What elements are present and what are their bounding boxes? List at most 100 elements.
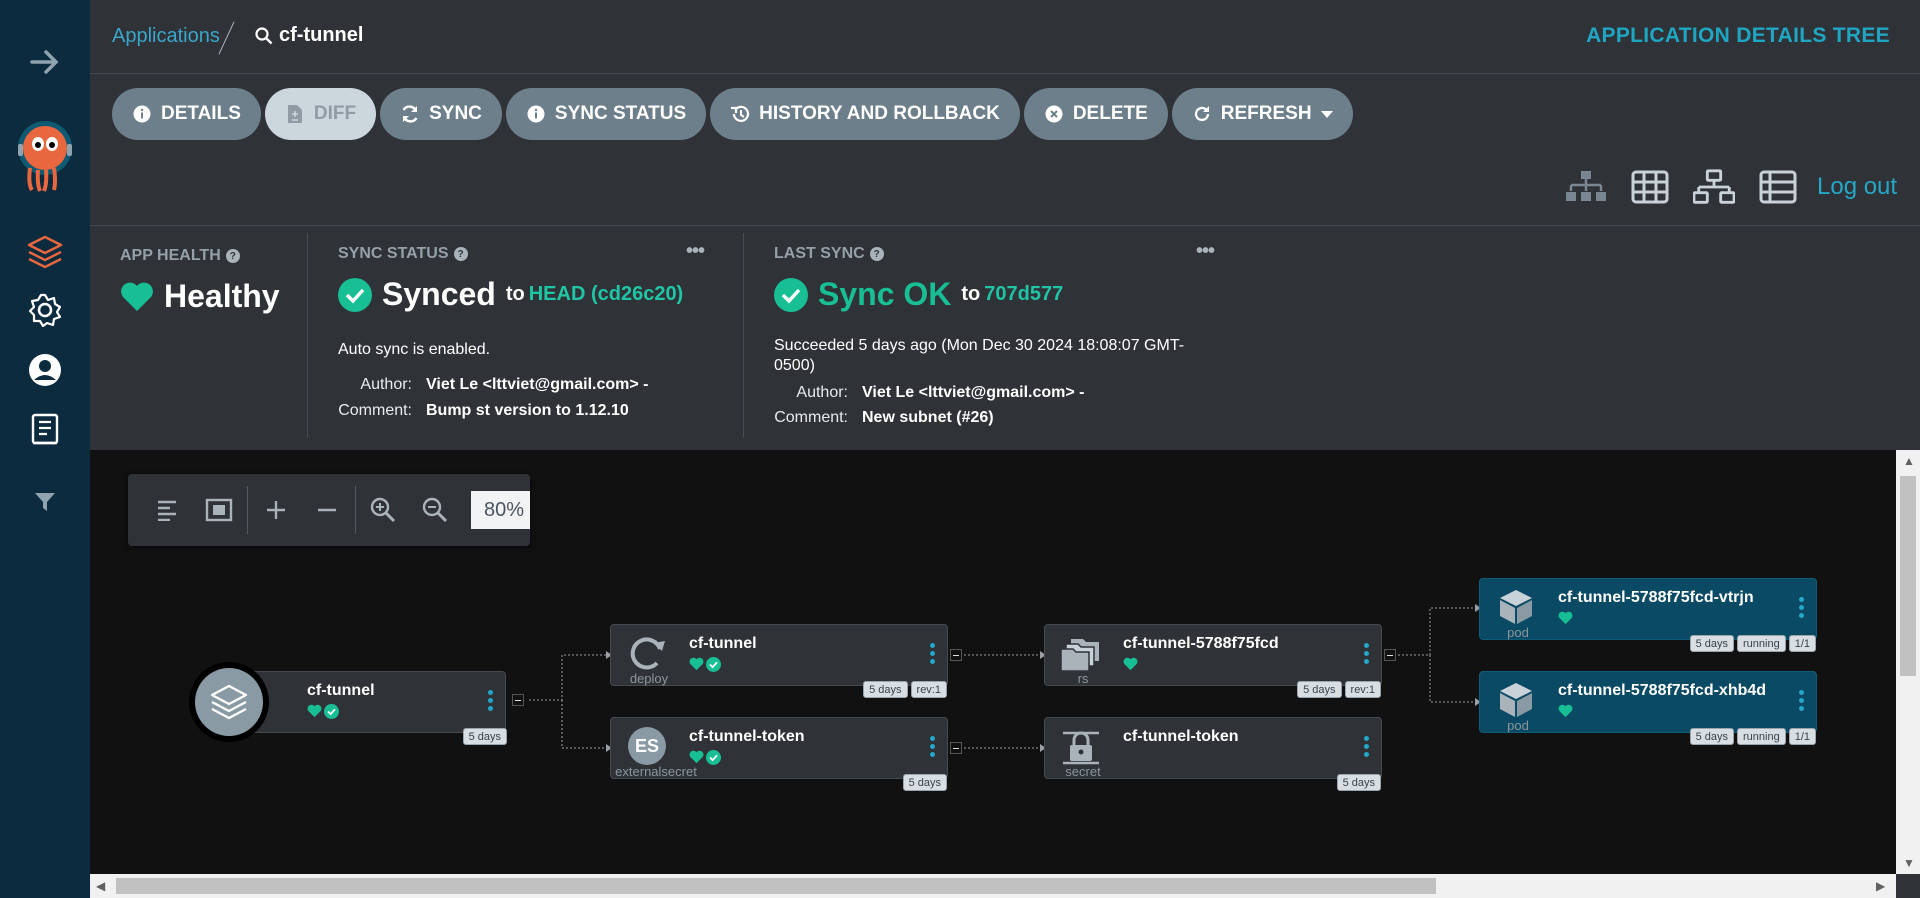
panel-separator <box>307 233 308 438</box>
pod-node[interactable]: pod cf-tunnel-5788f75fcd-vtrjn 5 days ru… <box>1479 578 1817 652</box>
scroll-down-arrow-icon[interactable]: ▼ <box>1903 856 1915 870</box>
node-kind: externalsecret <box>615 764 697 779</box>
sync-author-label: Author: <box>360 376 412 393</box>
node-menu-icon[interactable] <box>1364 736 1369 757</box>
collapse-connector[interactable] <box>512 694 524 706</box>
node-kind: rs <box>1077 671 1089 686</box>
sync-comment-label: Comment: <box>338 402 412 419</box>
vertical-scroll-thumb[interactable] <box>1900 476 1916 676</box>
settings-gear-icon[interactable] <box>25 290 65 330</box>
horizontal-scroll-thumb[interactable] <box>116 878 1436 894</box>
sync-comment-row: Comment: Bump st version to 1.12.10 <box>330 402 629 420</box>
pod-node[interactable]: pod cf-tunnel-5788f75fcd-xhb4d 5 days ru… <box>1479 671 1817 745</box>
collapse-connector[interactable] <box>950 742 962 754</box>
view-switcher: Log out <box>1565 168 1897 206</box>
expand-arrow-icon[interactable] <box>25 42 65 82</box>
details-button[interactable]: DETAILS <box>112 88 261 140</box>
sync-button[interactable]: SYNC <box>380 88 502 140</box>
horizontal-scrollbar[interactable]: ◀ ▶ <box>90 874 1896 898</box>
age-tag: 5 days <box>1297 681 1342 698</box>
healthy-heart-icon <box>307 704 322 718</box>
tree-view-icon[interactable] <box>1565 168 1607 206</box>
resource-tree-canvas[interactable]: 80% cf-tunnel 5 days deploy cf-tunnel 5 … <box>90 450 1896 874</box>
app-node[interactable]: cf-tunnel 5 days <box>189 662 507 745</box>
help-question-icon[interactable]: ? <box>225 249 240 263</box>
delete-button[interactable]: DELETE <box>1023 88 1168 140</box>
healthy-heart-icon <box>1558 704 1573 718</box>
deploy-sync-icon <box>625 633 669 673</box>
network-view-icon[interactable] <box>1693 168 1735 206</box>
pod-cube-icon <box>1494 587 1538 627</box>
last-sync-revision-link[interactable]: 707d577 <box>984 283 1063 306</box>
last-sync-value: Sync OK to 707d577 <box>774 276 1063 313</box>
app-health-label: APP HEALTH ? <box>120 247 240 265</box>
breadcrumb-current: cf-tunnel <box>255 24 363 47</box>
docs-book-icon[interactable] <box>25 410 65 450</box>
history-rollback-button-label: HISTORY AND ROLLBACK <box>759 103 1000 124</box>
grid-view-icon[interactable] <box>1629 168 1671 206</box>
list-view-icon[interactable] <box>1757 168 1799 206</box>
collapse-connector[interactable] <box>950 649 962 661</box>
age-tag: 5 days <box>863 681 908 698</box>
vertical-scrollbar[interactable]: ▲ ▼ <box>1896 450 1920 874</box>
info-icon <box>526 104 546 124</box>
argo-logo-icon <box>16 118 74 192</box>
revision-tag: rev:1 <box>1344 681 1381 698</box>
last-sync-label: LAST SYNC ? <box>774 245 884 263</box>
top-bar: Applications cf-tunnel APPLICATION DETAI… <box>90 0 1920 74</box>
node-menu-icon[interactable] <box>930 736 935 757</box>
scroll-left-arrow-icon[interactable]: ◀ <box>96 879 105 893</box>
refresh-button[interactable]: REFRESH <box>1171 88 1353 140</box>
sync-status-label: SYNC STATUS ? <box>338 245 468 263</box>
node-menu-icon[interactable] <box>488 690 493 711</box>
deploy-node[interactable]: deploy cf-tunnel 5 days rev:1 <box>610 624 948 698</box>
scroll-right-arrow-icon[interactable]: ▶ <box>1876 879 1885 893</box>
pod-state-tag: running <box>1737 728 1786 745</box>
filter-funnel-icon[interactable] <box>25 482 65 522</box>
sync-status-text: Synced <box>382 276 496 312</box>
node-kind: pod <box>1507 718 1529 733</box>
node-menu-icon[interactable] <box>930 643 935 664</box>
logout-link[interactable]: Log out <box>1817 173 1897 201</box>
synced-check-icon <box>324 704 339 719</box>
user-account-icon[interactable] <box>25 350 65 390</box>
applications-layers-icon[interactable] <box>25 232 65 272</box>
header-divider <box>90 225 1920 226</box>
scroll-up-arrow-icon[interactable]: ▲ <box>1903 454 1915 468</box>
replicaset-icon <box>1059 633 1103 673</box>
externalsecret-node[interactable]: ES externalsecret cf-tunnel-token 5 days <box>610 717 948 791</box>
breadcrumb-applications-link[interactable]: Applications <box>112 25 220 48</box>
sync-revision-link[interactable]: HEAD (cd26c20) <box>529 283 684 306</box>
graph-edges <box>529 604 1481 752</box>
help-question-icon[interactable]: ? <box>453 247 468 261</box>
app-node-circle <box>189 662 269 742</box>
healthy-heart-icon <box>1123 657 1138 671</box>
help-question-icon[interactable]: ? <box>869 247 884 261</box>
node-name: cf-tunnel <box>689 635 757 652</box>
breadcrumb-app-name: cf-tunnel <box>279 24 364 46</box>
node-tags: 5 days running 1/1 <box>1689 635 1816 652</box>
sync-status-more-icon[interactable]: ••• <box>686 240 705 263</box>
age-tag: 5 days <box>1689 635 1734 652</box>
node-name: cf-tunnel-5788f75fcd-xhb4d <box>1558 682 1767 699</box>
delete-button-label: DELETE <box>1072 103 1148 124</box>
breadcrumb-separator <box>218 21 235 55</box>
last-sync-succeeded: Succeeded 5 days ago (Mon Dec 30 2024 18… <box>774 336 1184 376</box>
pod-ready-tag: 1/1 <box>1788 728 1816 745</box>
age-tag: 5 days <box>462 728 507 745</box>
sync-status-button[interactable]: SYNC STATUS <box>505 88 707 140</box>
sync-status-label-text: SYNC STATUS <box>338 245 449 262</box>
node-status <box>1123 657 1138 671</box>
secret-node[interactable]: secret cf-tunnel-token 5 days <box>1044 717 1382 791</box>
diff-button[interactable]: DIFF <box>264 88 377 140</box>
history-rollback-button[interactable]: HISTORY AND ROLLBACK <box>710 88 1020 140</box>
replicaset-node[interactable]: rs cf-tunnel-5788f75fcd 5 days rev:1 <box>1044 624 1382 698</box>
last-sync-more-icon[interactable]: ••• <box>1196 240 1215 263</box>
app-health-label-text: APP HEALTH <box>120 247 221 264</box>
node-menu-icon[interactable] <box>1799 597 1804 618</box>
node-menu-icon[interactable] <box>1799 690 1804 711</box>
node-menu-icon[interactable] <box>1364 643 1369 664</box>
collapse-connector[interactable] <box>1384 649 1396 661</box>
app-health-value: Healthy <box>120 278 280 315</box>
node-name: cf-tunnel-5788f75fcd-vtrjn <box>1558 589 1754 606</box>
